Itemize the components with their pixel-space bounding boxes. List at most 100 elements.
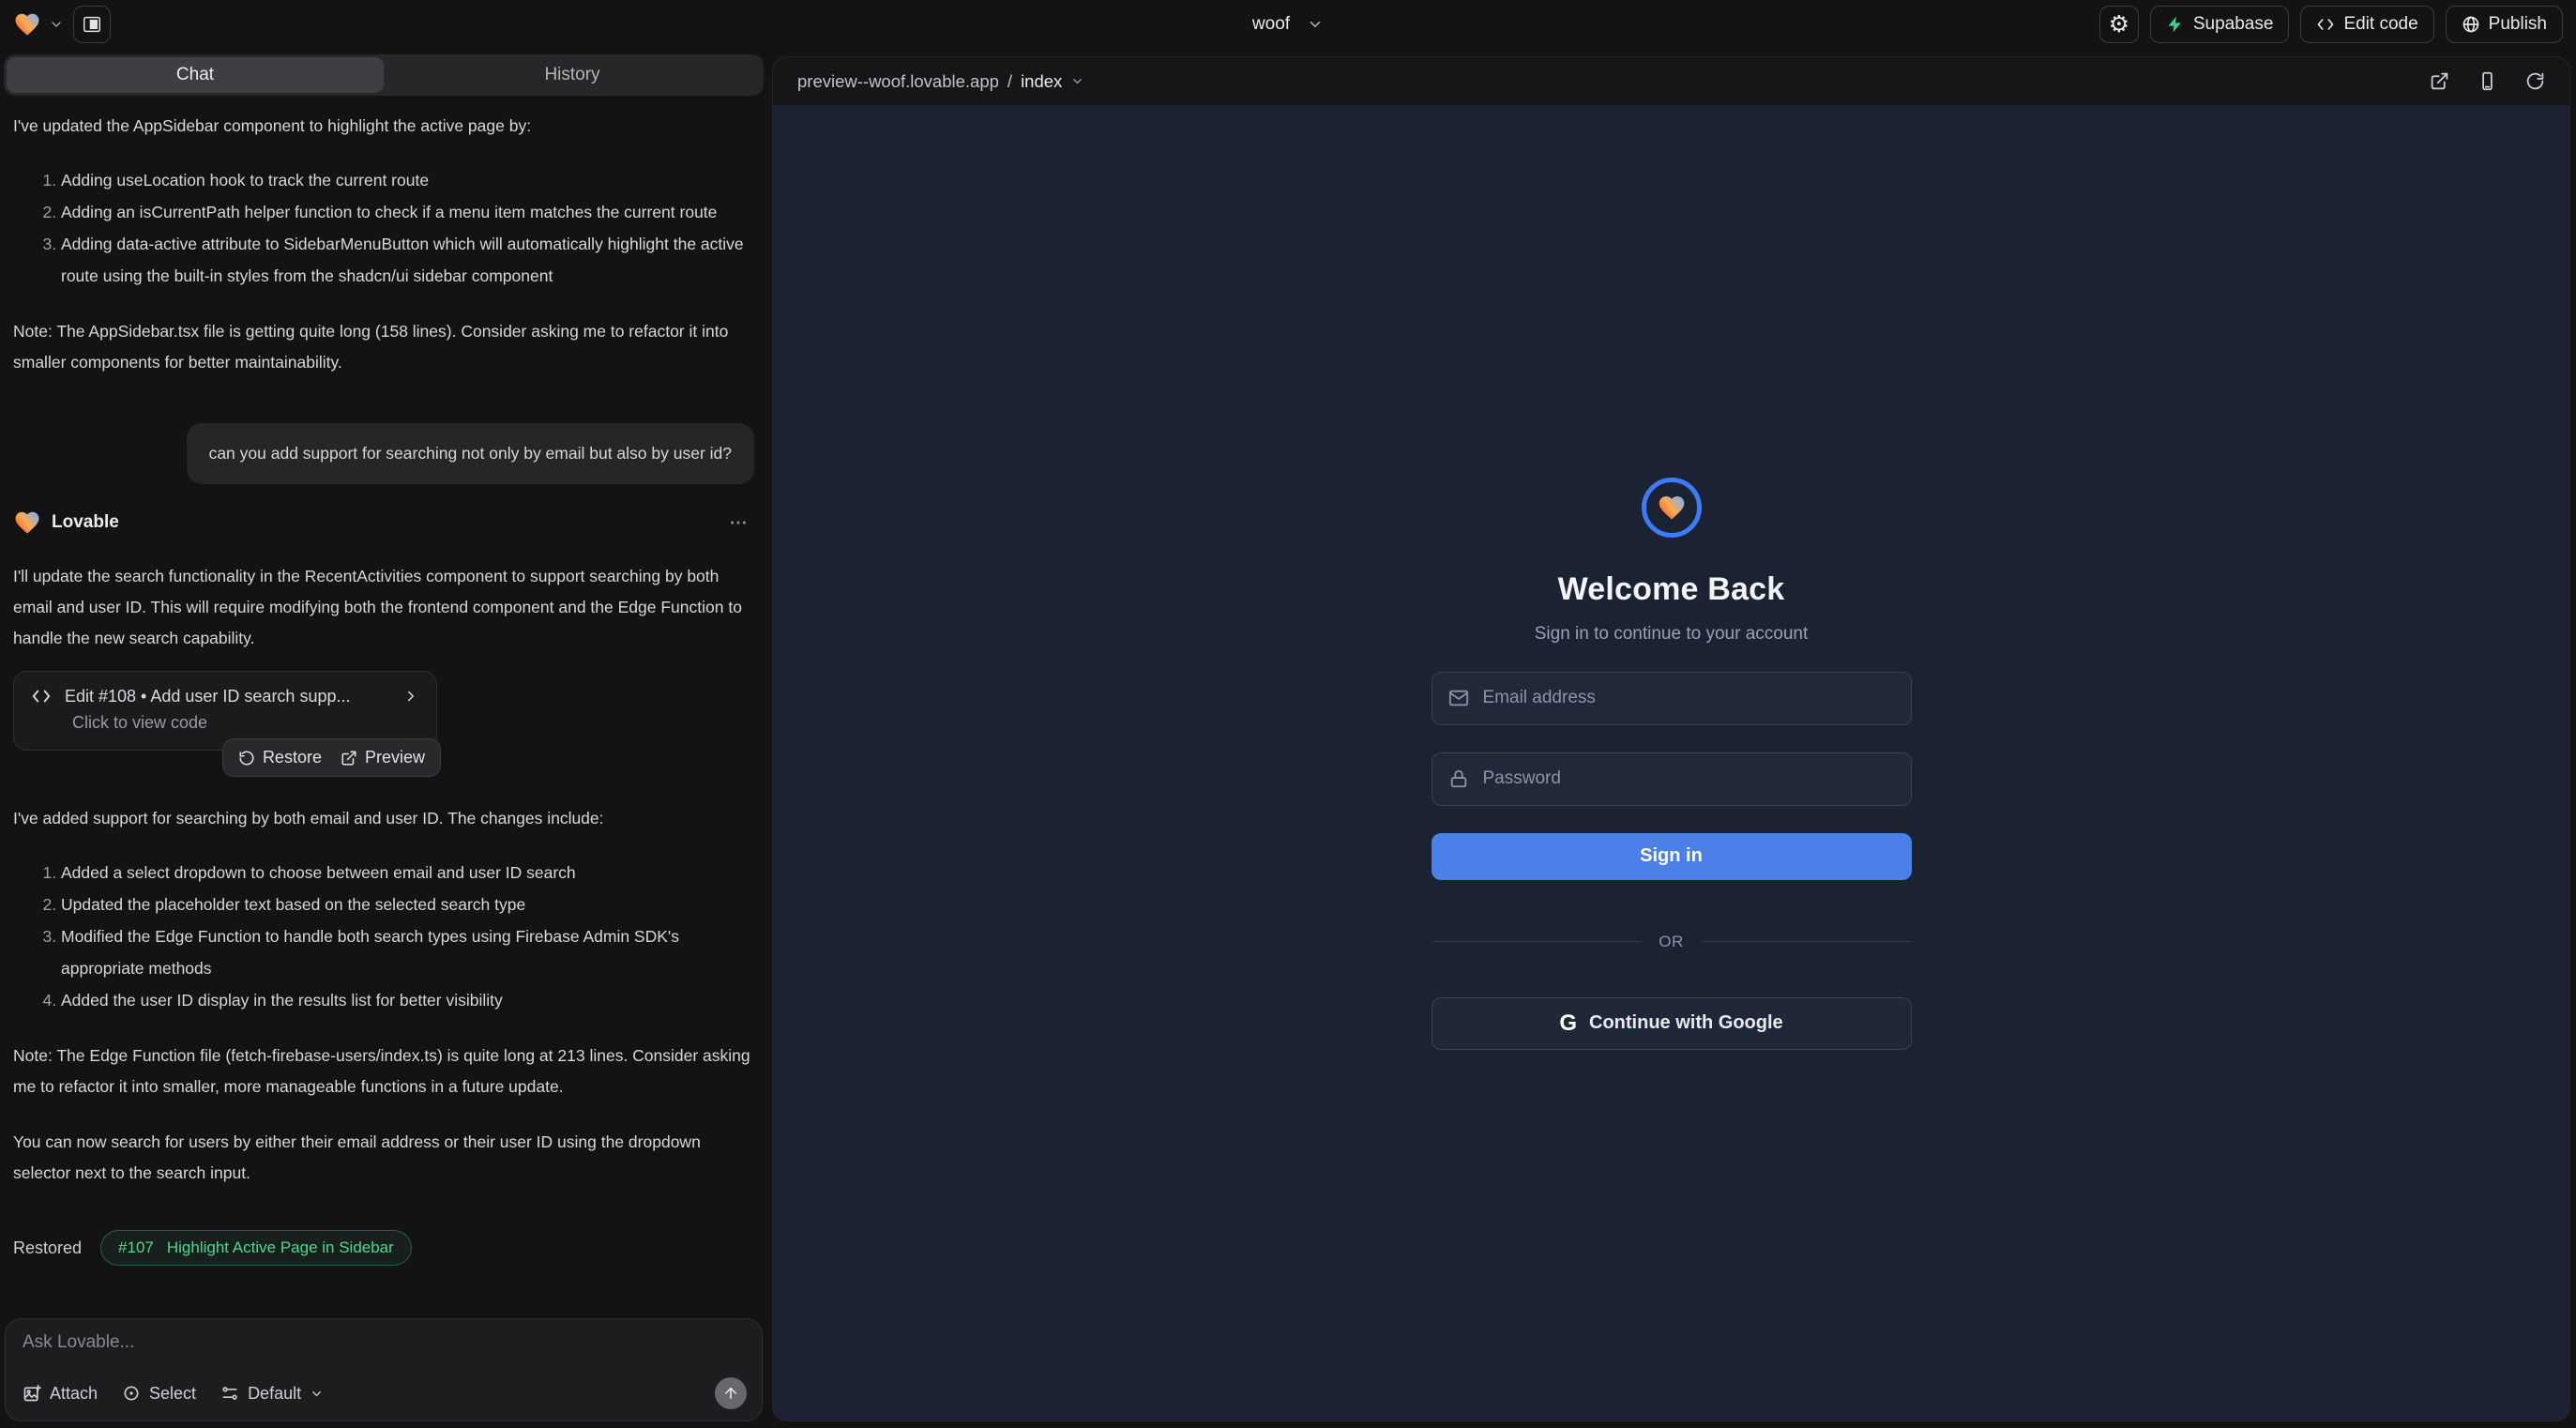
google-icon: G (1559, 1010, 1577, 1037)
list-item: Added a select dropdown to choose betwee… (61, 857, 754, 889)
restore-button[interactable]: Restore (238, 748, 322, 767)
mode-selector-button[interactable]: Default (220, 1384, 324, 1404)
edit-card-subtitle: Click to view code (31, 713, 419, 733)
attach-label: Attach (50, 1384, 98, 1404)
external-link-icon (2430, 71, 2449, 91)
preview-button[interactable]: Preview (341, 748, 425, 767)
chevron-right-icon (402, 688, 419, 705)
topbar: woof ⚙ Supabase Edit code Publish (0, 0, 2576, 49)
list-item: Updated the placeholder text based on th… (61, 889, 754, 920)
preview-domain: preview--woof.lovable.app (797, 71, 999, 92)
supabase-button[interactable]: Supabase (2150, 6, 2290, 43)
tab-history[interactable]: History (384, 57, 761, 93)
assistant-note: Note: The Edge Function file (fetch-fire… (13, 1041, 754, 1102)
supabase-bolt-icon (2166, 15, 2185, 34)
version-title: Highlight Active Page in Sidebar (167, 1238, 394, 1257)
open-in-new-tab-button[interactable] (2430, 71, 2449, 91)
google-button-label: Continue with Google (1589, 1012, 1783, 1034)
version-id: #107 (118, 1238, 154, 1257)
assistant-name: Lovable (52, 512, 119, 533)
select-label: Select (149, 1384, 196, 1404)
assistant-message-text: I'll update the search functionality in … (13, 561, 754, 654)
image-attach-icon (23, 1384, 41, 1403)
list-item: Modified the Edge Function to handle bot… (61, 920, 754, 984)
globe-icon (2462, 15, 2480, 34)
app-logo (1642, 478, 1702, 538)
more-menu-button[interactable] (728, 512, 749, 533)
panel-layout-icon (82, 14, 102, 35)
list-item: Adding useLocation hook to track the cur… (61, 164, 754, 196)
chevron-down-icon (49, 17, 64, 32)
assistant-message-text: I've updated the AppSidebar component to… (13, 111, 754, 142)
user-message-bubble: can you add support for searching not on… (187, 423, 754, 484)
composer: Attach Select Default (5, 1318, 763, 1421)
restored-version-badge[interactable]: #107 Highlight Active Page in Sidebar (100, 1230, 412, 1266)
assistant-list: Added a select dropdown to choose betwee… (13, 857, 754, 1016)
code-icon (2316, 15, 2335, 34)
divider-line (1432, 941, 1643, 942)
list-item: Adding an isCurrentPath helper function … (61, 196, 754, 228)
publish-button[interactable]: Publish (2446, 6, 2563, 43)
preview-page: index (1021, 71, 1062, 92)
assistant-header: Lovable (13, 509, 754, 537)
edit-card-actions: Restore Preview (222, 738, 441, 777)
attach-button[interactable]: Attach (23, 1384, 98, 1404)
restore-label: Restore (263, 748, 322, 767)
edit-card-title: Edit #108 • Add user ID search supp... (65, 687, 389, 706)
divider-line (1701, 941, 1912, 942)
continue-with-google-button[interactable]: G Continue with Google (1432, 997, 1912, 1050)
password-field[interactable] (1432, 752, 1912, 806)
settings-button[interactable]: ⚙ (2099, 6, 2139, 43)
chevron-down-icon (310, 1387, 324, 1401)
publish-label: Publish (2489, 14, 2547, 35)
target-icon (122, 1384, 141, 1403)
preview-panel: preview--woof.lovable.app / index (772, 56, 2570, 1421)
project-name: woof (1252, 14, 1290, 35)
preview-app: Welcome Back Sign in to continue to your… (773, 106, 2569, 1420)
lovable-heart-icon (13, 10, 41, 38)
user-message-text: can you add support for searching not on… (209, 439, 732, 468)
toggle-sidebar-button[interactable] (73, 6, 111, 43)
password-field-wrap (1432, 752, 1912, 806)
external-link-icon (341, 750, 357, 767)
chat-input[interactable] (23, 1332, 747, 1377)
list-item: Adding data-active attribute to SidebarM… (61, 228, 754, 292)
sign-in-card: Welcome Back Sign in to continue to your… (1432, 478, 1912, 1050)
page-title: Welcome Back (1558, 571, 1785, 608)
tab-chat[interactable]: Chat (7, 57, 384, 93)
heart-icon (1657, 493, 1687, 523)
path-separator: / (1008, 71, 1012, 92)
lock-icon (1448, 768, 1469, 789)
edit-code-button[interactable]: Edit code (2300, 6, 2433, 43)
preview-header: preview--woof.lovable.app / index (773, 57, 2569, 106)
send-button[interactable] (715, 1377, 747, 1409)
divider-label: OR (1659, 933, 1684, 951)
lovable-avatar (13, 509, 41, 537)
restored-row: Restored #107 Highlight Active Page in S… (13, 1230, 754, 1266)
mobile-view-button[interactable] (2478, 71, 2497, 91)
preview-url-selector[interactable]: preview--woof.lovable.app / index (797, 71, 1084, 92)
arrow-up-icon (722, 1385, 739, 1402)
assistant-message-text: You can now search for users by either t… (13, 1127, 754, 1189)
refresh-icon (2525, 71, 2545, 91)
assistant-message-text: I've added support for searching by both… (13, 803, 754, 834)
select-element-button[interactable]: Select (122, 1384, 196, 1404)
edit-card-wrap: Edit #108 • Add user ID search supp... C… (13, 671, 437, 751)
sign-in-button[interactable]: Sign in (1432, 833, 1912, 880)
lovable-logo-menu[interactable] (13, 10, 64, 38)
chevron-down-icon (1307, 16, 1324, 33)
sliders-icon (220, 1384, 239, 1403)
refresh-button[interactable] (2525, 71, 2545, 91)
email-field[interactable] (1432, 672, 1912, 725)
mobile-device-icon (2478, 71, 2497, 91)
chat-messages[interactable]: I've updated the AppSidebar component to… (0, 96, 767, 1305)
chat-history-tabs: Chat History (4, 54, 764, 96)
mode-label: Default (248, 1384, 301, 1404)
ellipsis-icon (728, 512, 749, 533)
assistant-list: Adding useLocation hook to track the cur… (13, 164, 754, 292)
restored-label: Restored (13, 1238, 82, 1258)
or-divider: OR (1432, 933, 1912, 951)
chevron-down-icon (1070, 74, 1084, 88)
project-switcher[interactable]: woof (1252, 0, 1324, 49)
preview-label: Preview (365, 748, 425, 767)
